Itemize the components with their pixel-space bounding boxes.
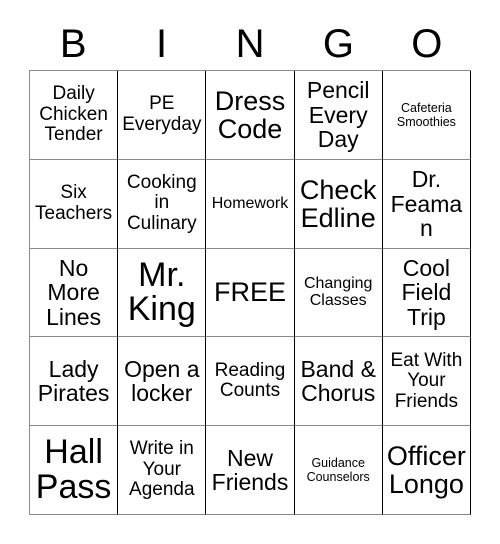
bingo-cell[interactable]: Daily Chicken Tender [30, 71, 119, 160]
bingo-cell[interactable]: Lady Pirates [30, 337, 119, 427]
header-letter-g: G [322, 22, 354, 66]
bingo-cell[interactable]: Band & Chorus [294, 337, 383, 427]
bingo-cell[interactable]: Eat With Your Friends [382, 337, 471, 427]
bingo-cell-label: No More Lines [46, 254, 102, 330]
bingo-cell[interactable]: Cooking in Culinary [118, 159, 207, 249]
bingo-cell-label: Pencil Every Day [306, 77, 370, 153]
bingo-cell[interactable]: Open a locker [118, 337, 207, 427]
bingo-header-row: B I N G O [29, 18, 471, 70]
bingo-cell-label: Mr. King [127, 255, 196, 329]
bingo-cell[interactable]: Write in Your Agenda [118, 426, 207, 515]
bingo-cell[interactable]: New Friends [206, 426, 295, 515]
bingo-cell-label: Reading Counts [214, 359, 286, 402]
bingo-cell-free[interactable]: FREE [206, 248, 295, 338]
bingo-cell-label: New Friends [211, 444, 289, 496]
bingo-cell[interactable]: Guidance Counselors [294, 426, 383, 515]
bingo-cell-label: Guidance Counselors [306, 456, 370, 485]
bingo-cell-label: Cooking in Culinary [126, 171, 197, 234]
bingo-cell-label: FREE [213, 277, 286, 308]
header-letter-o: O [411, 22, 443, 66]
bingo-cell[interactable]: Pencil Every Day [294, 71, 383, 160]
bingo-cell-label: Dr. Feaman [390, 166, 463, 241]
bingo-card: B I N G O Daily Chicken Tender PE Everyd… [0, 0, 500, 544]
bingo-cell[interactable]: Homework [206, 159, 295, 249]
bingo-cell[interactable]: Mr. King [118, 248, 207, 338]
bingo-cell[interactable]: Reading Counts [206, 337, 295, 427]
bingo-cell[interactable]: No More Lines [30, 248, 119, 338]
bingo-cell-label: Lady Pirates [37, 355, 110, 407]
bingo-grid: Daily Chicken Tender PE Everyday Dress C… [29, 70, 471, 515]
bingo-cell-label: Six Teachers [35, 182, 113, 224]
bingo-cell-label: PE Everyday [122, 93, 202, 135]
bingo-cell[interactable]: Cool Field Trip [382, 248, 471, 338]
bingo-cell[interactable]: Dress Code [206, 71, 295, 160]
bingo-cell[interactable]: Dr. Feaman [382, 159, 471, 249]
bingo-cell-label: Changing Classes [303, 274, 373, 310]
bingo-cell-label: Cafeteria Smoothies [396, 100, 456, 129]
bingo-cell-label: Eat With Your Friends [390, 349, 463, 412]
bingo-cell[interactable]: Cafeteria Smoothies [382, 71, 471, 160]
bingo-cell-label: Check Edline [299, 174, 377, 233]
bingo-cell-label: Officer Longo [386, 441, 466, 500]
bingo-cell-label: Open a locker [124, 355, 200, 407]
bingo-cell-label: Band & Chorus [300, 355, 376, 407]
header-letter-b: B [59, 22, 87, 66]
bingo-cell-label: Homework [211, 194, 289, 212]
bingo-cell[interactable]: Six Teachers [30, 159, 119, 249]
bingo-cell[interactable]: Hall Pass [30, 426, 119, 515]
bingo-cell-label: Hall Pass [35, 433, 112, 507]
bingo-cell-label: Dress Code [214, 85, 286, 144]
bingo-cell-label: Write in Your Agenda [129, 438, 195, 501]
bingo-cell[interactable]: PE Everyday [118, 71, 207, 160]
bingo-cell[interactable]: Changing Classes [294, 248, 383, 338]
header-letter-n: N [235, 22, 265, 66]
bingo-cell-label: Cool Field Trip [401, 254, 452, 330]
header-letter-i: I [156, 22, 168, 66]
bingo-cell[interactable]: Officer Longo [382, 426, 471, 515]
bingo-cell-label: Daily Chicken Tender [39, 83, 108, 146]
bingo-cell[interactable]: Check Edline [294, 159, 383, 249]
